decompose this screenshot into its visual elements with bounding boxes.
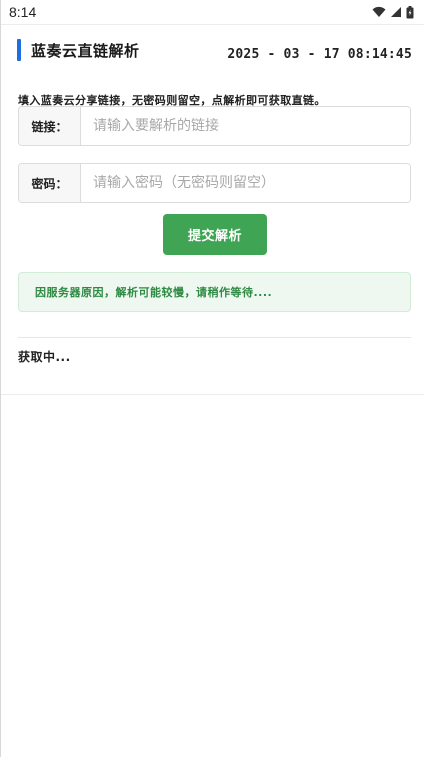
status-icons — [372, 5, 414, 19]
link-label: 链接： — [19, 107, 81, 145]
result-status: 获取中... — [18, 350, 71, 364]
status-bar: 8:14 — [1, 0, 424, 25]
link-input[interactable] — [81, 107, 410, 145]
app-screen: 8:14 蓝奏云直链解析 2025 - 03 - 17 08:14:45 填入蓝… — [0, 0, 424, 757]
password-input[interactable] — [81, 164, 410, 202]
signal-icon — [390, 6, 402, 18]
current-datetime: 2025 - 03 - 17 08:14:45 — [227, 47, 412, 62]
submit-parse-button[interactable]: 提交解析 — [163, 214, 267, 255]
page-title: 蓝奏云直链解析 — [31, 42, 140, 60]
link-input-group: 链接： — [18, 106, 411, 146]
page-header: 蓝奏云直链解析 2025 - 03 - 17 08:14:45 — [17, 38, 412, 62]
status-time: 8:14 — [9, 4, 37, 20]
content-bottom-border — [1, 394, 424, 395]
battery-icon — [406, 5, 414, 19]
server-notice: 因服务器原因，解析可能较慢，请稍作等待.... — [18, 272, 411, 312]
password-input-group: 密码： — [18, 163, 411, 203]
password-label: 密码： — [19, 164, 81, 202]
divider — [18, 337, 411, 338]
wifi-icon — [372, 6, 386, 18]
title-accent-bar — [17, 39, 21, 61]
